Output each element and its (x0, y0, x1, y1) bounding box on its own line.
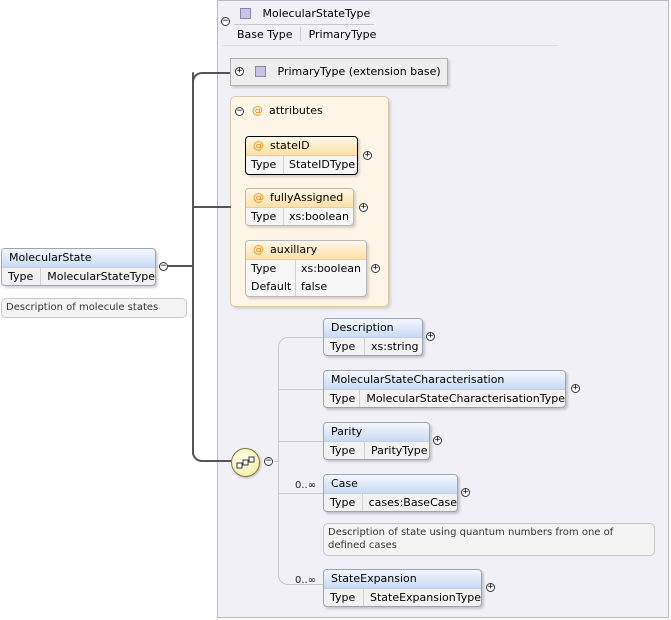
element-type-label: Type (324, 589, 364, 606)
element-type-label: Type (324, 390, 361, 407)
expand-parity-icon[interactable]: + (433, 436, 442, 445)
element-Parity[interactable]: Parity Type ParityType (323, 422, 430, 460)
expand-auxillary-icon[interactable]: + (371, 264, 380, 273)
element-type-value: MolecularStateCharacterisationType (366, 392, 565, 405)
attribute-key: Type (246, 260, 296, 278)
element-MolecularStateCharacterisation[interactable]: MolecularStateCharacterisation Type Mole… (323, 370, 566, 408)
element-type-value: xs:string (371, 340, 419, 353)
branch-characterisation (279, 389, 323, 390)
attribute-at-icon: @ (252, 104, 263, 117)
collapse-root-icon[interactable]: − (159, 262, 168, 271)
root-type-label: Type (2, 268, 42, 285)
sequence-vertical-line (278, 348, 279, 574)
attribute-value: xs:boolean (289, 210, 349, 223)
element-name: MolecularStateCharacterisation (324, 371, 565, 390)
attribute-auxillary[interactable]: @ auxillary Type xs:boolean Default false (245, 240, 367, 297)
collapse-type-icon[interactable]: − (221, 17, 230, 26)
expand-fullyAssigned-icon[interactable]: + (359, 203, 368, 212)
element-type-label: Type (324, 338, 365, 355)
attribute-value: xs:boolean (301, 262, 361, 275)
attribute-fullyAssigned[interactable]: @ fullyAssigned Type xs:boolean (245, 188, 354, 226)
base-type-row: Base Type PrimaryType (237, 27, 376, 41)
base-type-label: Base Type (237, 28, 293, 41)
root-description: Description of molecule states (1, 298, 187, 318)
element-StateExpansion[interactable]: StateExpansion Type StateExpansionType (323, 569, 482, 607)
expand-characterisation-icon[interactable]: + (571, 384, 580, 393)
collapse-sequence-icon[interactable]: − (264, 457, 273, 466)
root-connector (168, 265, 193, 267)
branch-to-sequence (192, 450, 232, 462)
branch-description (289, 337, 323, 338)
branch-to-extension (192, 72, 230, 84)
branch-case (279, 493, 323, 494)
type-title: MolecularStateType (240, 7, 370, 20)
element-type-label: Type (324, 494, 363, 511)
attribute-value: StateIDType (289, 158, 356, 171)
case-description: Description of state using quantum numbe… (323, 523, 655, 556)
attribute-name: auxillary (270, 243, 318, 256)
element-Description[interactable]: Description Type xs:string (323, 318, 423, 356)
expand-stateID-icon[interactable]: + (363, 151, 372, 160)
root-element-MolecularState[interactable]: MolecularState Type MolecularStateType (1, 248, 156, 286)
stateexpansion-multiplicity: 0..∞ (295, 575, 317, 586)
element-type-value: cases:BaseCase (368, 496, 457, 509)
branch-parity (279, 441, 323, 442)
branch-to-attributes (193, 206, 231, 208)
attribute-value: false (301, 280, 328, 293)
extension-base-label: PrimaryType (extension base) (255, 65, 441, 78)
header-divider (222, 45, 558, 46)
element-type-label: Type (324, 442, 365, 459)
collapse-attributes-icon[interactable]: − (235, 107, 244, 116)
element-name: Description (324, 319, 422, 338)
complex-type-icon (240, 8, 251, 19)
attribute-at-icon: @ (253, 243, 264, 256)
root-type-value: MolecularStateType (47, 270, 155, 283)
element-type-value: StateExpansionType (369, 591, 481, 604)
element-name: StateExpansion (324, 570, 481, 589)
sequence-compositor-icon[interactable] (231, 448, 260, 477)
root-element-name: MolecularState (2, 249, 155, 268)
attribute-name: fullyAssigned (270, 191, 344, 204)
attribute-at-icon: @ (253, 139, 264, 152)
attribute-key: Type (246, 208, 284, 225)
attribute-key: Default (246, 278, 296, 296)
sequence-glyph-icon (236, 456, 255, 469)
expand-description-icon[interactable]: + (426, 332, 435, 341)
attribute-stateID[interactable]: @ stateID Type StateIDType (245, 136, 358, 175)
element-Case[interactable]: Case Type cases:BaseCase (323, 474, 458, 512)
attributes-title: @ attributes (252, 104, 323, 117)
element-name: Case (324, 475, 457, 494)
element-type-value: ParityType (371, 444, 428, 457)
expand-case-icon[interactable]: + (461, 488, 470, 497)
type-name: MolecularStateType (262, 7, 371, 20)
attribute-at-icon: @ (253, 191, 264, 204)
trunk-line (192, 72, 194, 455)
element-name: Parity (324, 423, 429, 442)
title-underline (234, 24, 374, 25)
base-type-value: PrimaryType (308, 28, 377, 41)
case-multiplicity: 0..∞ (295, 480, 317, 491)
expand-stateexpansion-icon[interactable]: + (486, 583, 495, 592)
expand-extension-icon[interactable]: + (235, 67, 244, 76)
attribute-name: stateID (270, 139, 310, 152)
attribute-key: Type (246, 156, 284, 174)
extension-type-icon (255, 66, 266, 77)
